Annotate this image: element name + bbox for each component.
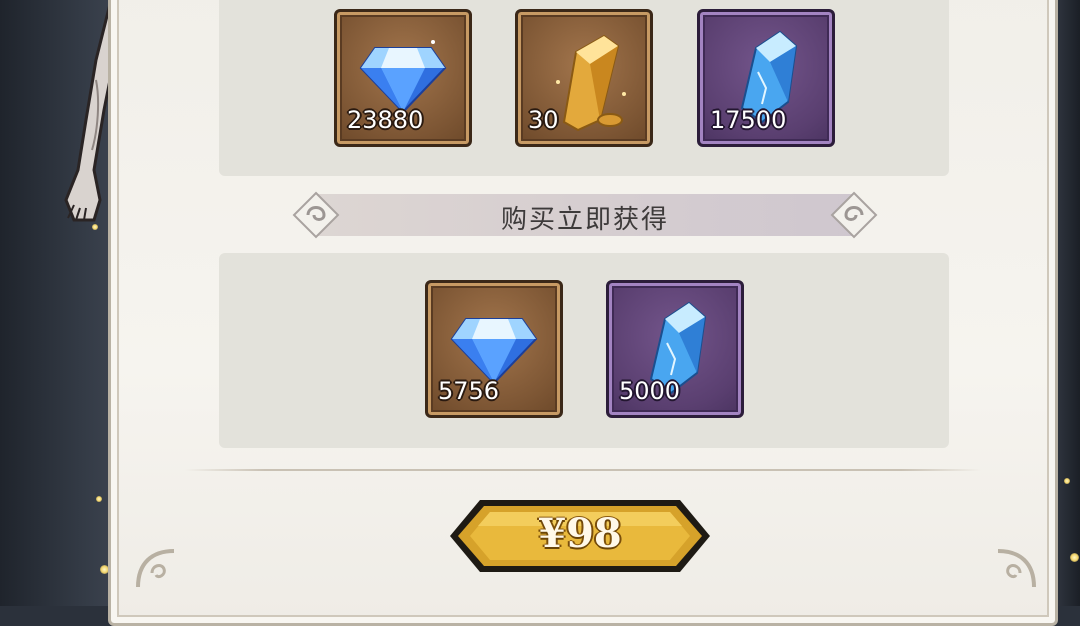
reward-tile-diamond[interactable]: 5756 bbox=[425, 280, 563, 418]
reward-tile-blue-crystal[interactable]: 17500 bbox=[697, 9, 835, 147]
sparkle bbox=[1070, 553, 1079, 562]
corner-ornament-left bbox=[136, 549, 175, 588]
purchase-price-button[interactable]: ¥98 bbox=[446, 496, 714, 576]
reward-quantity: 23880 bbox=[347, 106, 424, 134]
reward-tile-blue-crystal[interactable]: 5000 bbox=[606, 280, 744, 418]
reward-quantity: 5000 bbox=[619, 377, 681, 405]
banner-title: 购买立即获得 bbox=[500, 205, 669, 235]
reward-quantity: 17500 bbox=[710, 106, 787, 134]
reward-quantity: 5756 bbox=[438, 377, 500, 405]
sparkle bbox=[96, 496, 102, 502]
corner-ornament-right bbox=[997, 549, 1036, 588]
reward-group-instant bbox=[219, 253, 949, 448]
sparkle bbox=[92, 224, 98, 230]
price-label: ¥98 bbox=[538, 510, 622, 557]
instant-reward-banner: 购买立即获得 bbox=[292, 191, 878, 239]
sparkle bbox=[1064, 478, 1070, 484]
divider bbox=[185, 469, 981, 471]
reward-quantity: 30 bbox=[528, 106, 559, 134]
reward-tile-amber-crystal[interactable]: 30 bbox=[515, 9, 653, 147]
reward-tile-diamond[interactable]: 23880 bbox=[334, 9, 472, 147]
